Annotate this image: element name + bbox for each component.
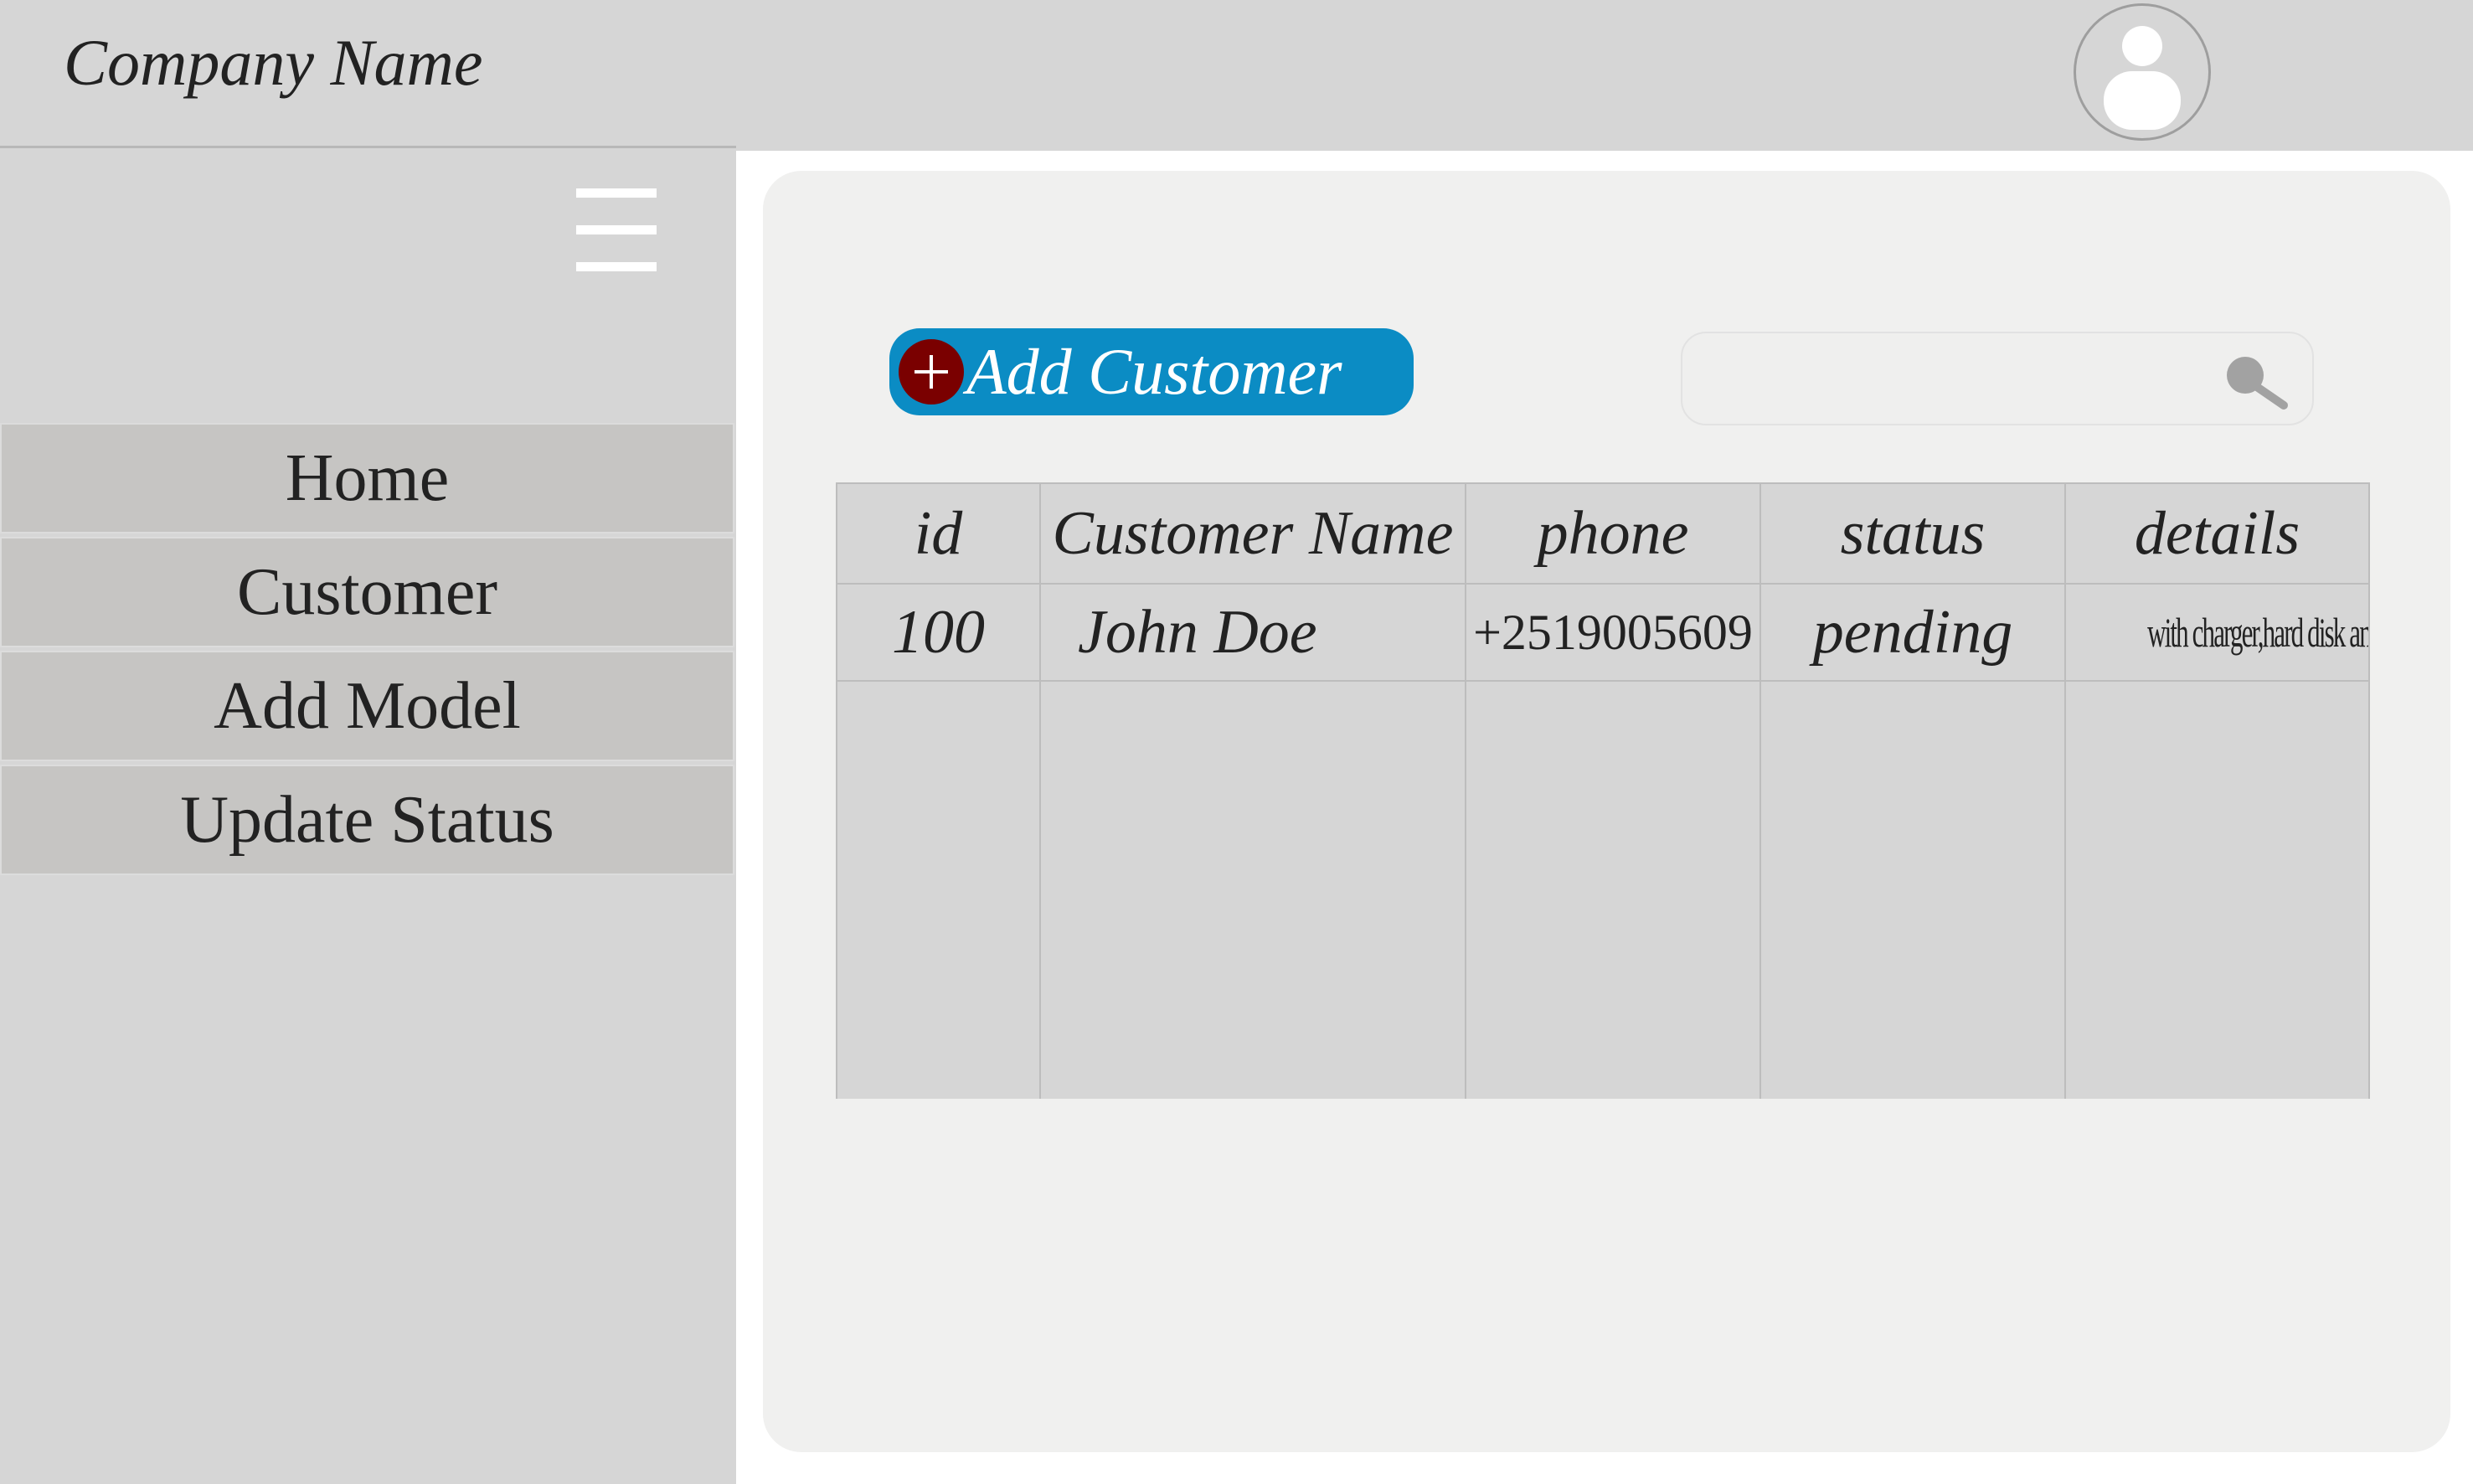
- cell-id: 100: [836, 583, 1041, 682]
- empty-cell: [2064, 680, 2370, 1099]
- plus-circle-icon: [899, 339, 964, 404]
- sidebar-item-update-status[interactable]: Update Status: [0, 765, 734, 875]
- user-avatar-icon[interactable]: [2074, 3, 2211, 141]
- sidebar-item-label: Update Status: [180, 782, 554, 857]
- column-header-phone[interactable]: phone: [1465, 482, 1761, 585]
- hamburger-bar: [576, 188, 657, 198]
- search-box: [1681, 332, 2314, 425]
- add-customer-button[interactable]: Add Customer: [889, 328, 1414, 415]
- sidebar-item-label: Home: [285, 441, 450, 515]
- add-customer-label: Add Customer: [966, 335, 1342, 408]
- empty-cell: [1465, 680, 1761, 1099]
- column-header-id[interactable]: id: [836, 482, 1041, 585]
- sidebar-item-add-model[interactable]: Add Model: [0, 651, 734, 761]
- user-avatar-glyph: [2104, 26, 2181, 130]
- hamburger-bar: [576, 225, 657, 234]
- hamburger-menu-icon[interactable]: [576, 188, 657, 272]
- cell-phone: +2519005609: [1465, 583, 1761, 682]
- search-icon[interactable]: [2213, 347, 2297, 414]
- main-panel: Add Customer id Customer Name phone stat…: [763, 171, 2450, 1452]
- cell-details-text: with charger,hard disk and etc: [2147, 609, 2367, 656]
- empty-cell: [1759, 680, 2066, 1099]
- customer-table: id Customer Name phone status details 10…: [836, 482, 2370, 1099]
- cell-status: pending: [1759, 583, 2066, 682]
- empty-cell: [836, 680, 1041, 1099]
- search-input[interactable]: [1703, 345, 2225, 414]
- sidebar-item-home[interactable]: Home: [0, 423, 734, 533]
- cell-customer-name: John Doe: [1039, 583, 1466, 682]
- hamburger-bar: [576, 262, 657, 271]
- cell-details: with charger,hard disk and etc: [2064, 583, 2370, 682]
- column-header-customer-name[interactable]: Customer Name: [1039, 482, 1466, 585]
- empty-cell: [1039, 680, 1466, 1099]
- sidebar: Home Customer Add Model Update Status: [0, 146, 736, 1484]
- sidebar-item-label: Customer: [236, 554, 498, 629]
- table-row[interactable]: 100 John Doe +2519005609 pending with ch…: [836, 583, 2370, 682]
- company-name: Company Name: [64, 26, 483, 99]
- table-empty-row: [836, 680, 2370, 1099]
- top-header: Company Name: [0, 0, 2473, 151]
- column-header-details[interactable]: details: [2064, 482, 2370, 585]
- sidebar-item-customer[interactable]: Customer: [0, 537, 734, 647]
- column-header-status[interactable]: status: [1759, 482, 2066, 585]
- table-header-row: id Customer Name phone status details: [836, 482, 2370, 585]
- sidebar-item-label: Add Model: [214, 668, 521, 743]
